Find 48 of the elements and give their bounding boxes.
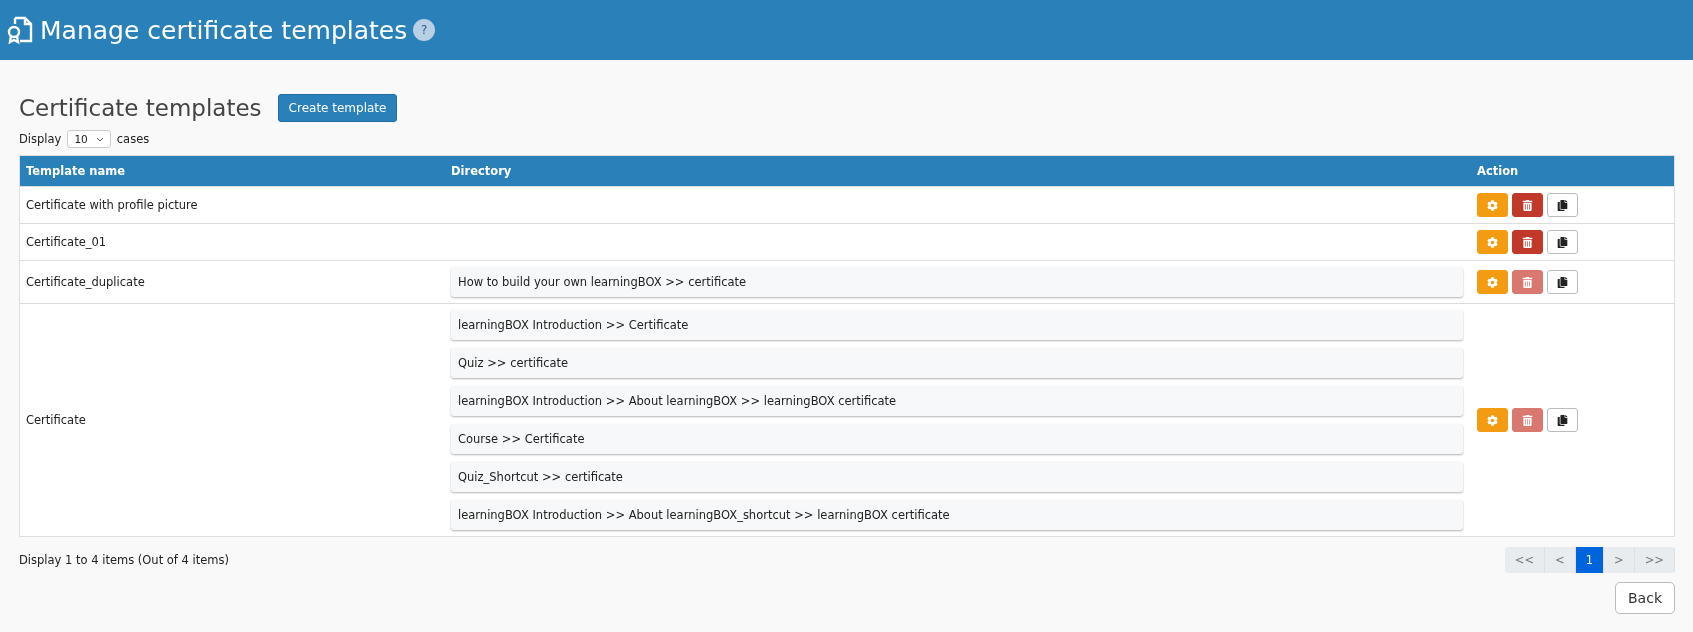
gear-icon (1487, 236, 1498, 248)
template-name: Certificate with profile picture (26, 198, 198, 212)
gear-icon (1487, 414, 1498, 426)
copy-button[interactable] (1547, 408, 1578, 432)
section-title: Certificate templates (19, 95, 262, 121)
directory-path: How to build your own learningBOX >> certificate (451, 267, 1463, 297)
trash-icon (1522, 236, 1533, 248)
directory-path: Course >> Certificate (451, 424, 1463, 454)
column-header: Action (1471, 156, 1674, 186)
delete-button[interactable] (1512, 193, 1543, 217)
trash-icon (1522, 199, 1533, 211)
copy-button[interactable] (1547, 230, 1578, 254)
template-name: Certificate (26, 413, 86, 427)
cases-label: cases (116, 132, 150, 146)
directory-path: Quiz_Shortcut >> certificate (451, 462, 1463, 492)
page-button[interactable]: << (1504, 547, 1546, 573)
copy-icon (1557, 276, 1568, 288)
gear-icon (1487, 199, 1498, 211)
column-header: Template name (20, 156, 445, 186)
display-label: Display (19, 132, 62, 146)
column-header: Directory (445, 156, 1471, 186)
back-button[interactable]: Back (1615, 582, 1675, 614)
directory-path: Quiz >> certificate (451, 348, 1463, 378)
chevron-down-icon (95, 136, 104, 142)
copy-button[interactable] (1547, 270, 1578, 294)
copy-icon (1557, 414, 1568, 426)
trash-icon (1522, 276, 1533, 288)
template-name: Certificate_duplicate (26, 275, 145, 289)
copy-button[interactable] (1547, 193, 1578, 217)
trash-icon (1522, 414, 1533, 426)
page-button[interactable]: < (1545, 547, 1576, 573)
help-icon[interactable]: ? (413, 19, 436, 41)
page-title: Manage certificate templates (40, 15, 408, 45)
page-button[interactable]: 1 (1575, 547, 1605, 573)
certificate-icon (6, 15, 34, 45)
page-button[interactable]: >> (1634, 547, 1675, 573)
template-name: Certificate_01 (26, 235, 107, 249)
copy-icon (1557, 199, 1568, 211)
directory-path: learningBOX Introduction >> Certificate (451, 310, 1463, 340)
copy-icon (1557, 236, 1568, 248)
directory-path: learningBOX Introduction >> About learningBOX_shortcut >> learningBOX certificate (451, 500, 1463, 530)
page-size-select[interactable]: 10 (67, 130, 111, 148)
items-summary: Display 1 to 4 items (Out of 4 items) (19, 553, 229, 567)
page-button[interactable]: > (1604, 547, 1635, 573)
directory-path: learningBOX Introduction >> About learningBOX >> learningBOX certificate (451, 386, 1463, 416)
delete-button[interactable] (1512, 230, 1543, 254)
create-template-button[interactable]: Create template (277, 94, 398, 122)
gear-icon (1487, 276, 1498, 288)
